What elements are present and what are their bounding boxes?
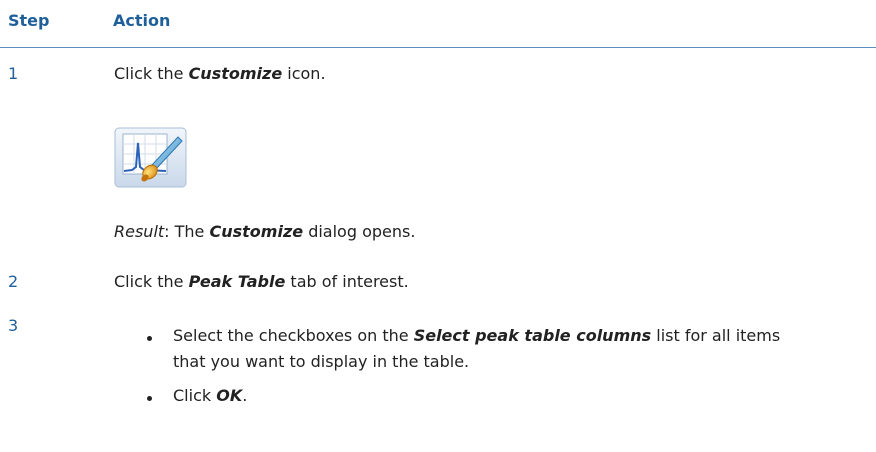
step-number-2: 2 [8,272,19,291]
step-number-1: 1 [8,64,19,83]
step-2-instruction: Click the Peak Table tab of interest. [114,272,409,291]
bullet-1-text-bold: Select peak table columns [413,326,652,345]
step-1-instruction: Click the Customize icon. [114,64,326,83]
result-text-bold: Customize [209,222,304,241]
step-3-bullet-2: Click OK. [173,386,247,405]
result-text-post: dialog opens. [303,222,416,241]
step-3-bullet-1-line-2: that you want to display in the table. [173,352,470,371]
bullet-2 [147,396,152,401]
step-1-text-pre: Click the [114,64,189,83]
bullet-2-text-pre: Click [173,386,217,405]
header-divider [0,47,876,48]
result-text-pre: : The [164,222,210,241]
result-label: Result [114,222,165,241]
step-2-text-bold: Peak Table [188,272,286,291]
step-1-text-bold: Customize [188,64,283,83]
step-number-3: 3 [8,316,19,335]
bullet-1 [147,336,152,341]
column-header-step: Step [8,11,50,30]
bullet-1-text-post: list for all items [651,326,781,345]
column-header-action: Action [113,11,171,30]
bullet-1-text-pre: Select the checkboxes on the [173,326,414,345]
step-1-result: Result: The Customize dialog opens. [114,222,415,241]
customize-icon [114,127,187,188]
step-3-bullet-1-line-1: Select the checkboxes on the Select peak… [173,326,780,345]
bullet-2-text-bold: OK [216,386,243,405]
step-2-text-pre: Click the [114,272,189,291]
bullet-2-text-post: . [242,386,248,405]
step-2-text-post: tab of interest. [285,272,409,291]
step-1-text-post: icon. [282,64,326,83]
